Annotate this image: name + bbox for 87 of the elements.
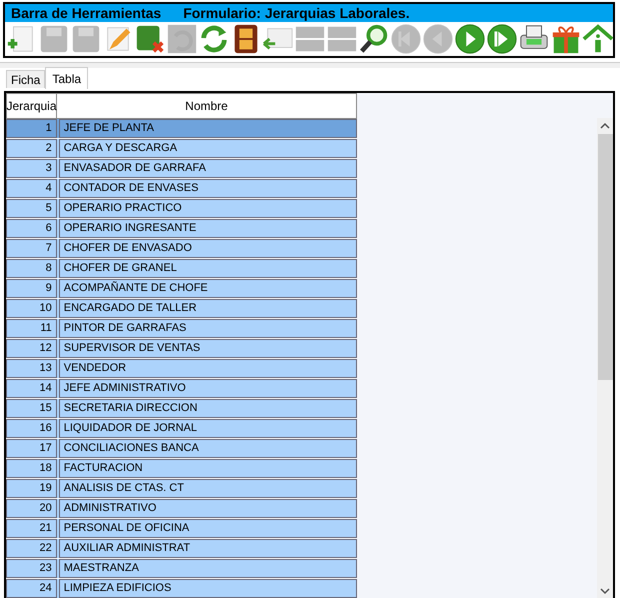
table-row[interactable]: 3 ENVASADOR DE GARRAFA: [6, 159, 357, 179]
tab[interactable]: Tabla: [45, 67, 88, 89]
table-row[interactable]: 17 CONCILIACIONES BANCA: [6, 439, 357, 459]
table-row[interactable]: 6 OPERARIO INGRESANTE: [6, 219, 357, 239]
table-cell: FACTURACION: [58, 459, 357, 478]
table-cell: SECRETARIA DIRECCION: [58, 399, 357, 418]
column-header[interactable]: Nombre: [57, 93, 357, 119]
table-row[interactable]: 19 ANALISIS DE CTAS. CT: [6, 479, 357, 499]
table-cell: 21: [6, 519, 57, 538]
table-row[interactable]: 7 CHOFER DE ENVASADO: [6, 239, 357, 259]
table-cell: CHOFER DE GRANEL: [58, 259, 357, 278]
table-cell: 22: [6, 539, 57, 558]
table-cell: 20: [6, 499, 57, 518]
table-row[interactable]: 24 LIMPIEZA EDIFICIOS: [6, 579, 357, 598]
table-cell: 14: [6, 379, 57, 398]
table-cell: CONCILIACIONES BANCA: [58, 439, 357, 458]
table-cell: 11: [6, 319, 57, 338]
table-cell: 23: [6, 559, 57, 578]
table-cell: 19: [6, 479, 57, 498]
table-cell: OPERARIO INGRESANTE: [58, 219, 357, 238]
toolbar-title: Barra de Herramientas: [11, 4, 162, 22]
table-cell: 17: [6, 439, 57, 458]
next-icon[interactable]: [486, 23, 518, 55]
table-cell: MAESTRANZA: [58, 559, 357, 578]
table-row[interactable]: 2 CARGA Y DESCARGA: [6, 139, 357, 159]
table-cell: SUPERVISOR DE VENTAS: [58, 339, 357, 358]
table-cell: JEFE ADMINISTRATIVO: [58, 379, 357, 398]
scrollbar[interactable]: [597, 118, 613, 598]
table-cell: LIMPIEZA EDIFICIOS: [58, 579, 357, 598]
table-row[interactable]: 12 SUPERVISOR DE VENTAS: [6, 339, 357, 359]
table-cell: PINTOR DE GARRAFAS: [58, 319, 357, 338]
table-cell: 18: [6, 459, 57, 478]
table-cell: 15: [6, 399, 57, 418]
table-row[interactable]: 18 FACTURACION: [6, 459, 357, 479]
table-row[interactable]: 21 PERSONAL DE OFICINA: [6, 519, 357, 539]
table-cell: AUXILIAR ADMINISTRAT: [58, 539, 357, 558]
table-cell: CARGA Y DESCARGA: [58, 139, 357, 158]
table-cell: 9: [6, 279, 57, 298]
table-cell: 24: [6, 579, 57, 598]
table-cell: PERSONAL DE OFICINA: [58, 519, 357, 538]
table-row[interactable]: 5 OPERARIO PRACTICO: [6, 199, 357, 219]
table-cell: ANALISIS DE CTAS. CT: [58, 479, 357, 498]
table-row[interactable]: 8 CHOFER DE GRANEL: [6, 259, 357, 279]
play-icon[interactable]: [454, 23, 486, 55]
table-row[interactable]: 4 CONTADOR DE ENVASES: [6, 179, 357, 199]
table-cell: ACOMPAÑANTE DE CHOFE: [58, 279, 357, 298]
scroll-up-icon[interactable]: [600, 122, 610, 130]
search-icon[interactable]: [358, 23, 390, 55]
form-title: Formulario: Jerarquias Laborales.: [183, 4, 410, 23]
table-cell: 12: [6, 339, 57, 358]
table-cell: 7: [6, 239, 57, 258]
table-cell: CONTADOR DE ENVASES: [58, 179, 357, 198]
scrollbar-thumb[interactable]: [598, 134, 612, 380]
scroll-down-icon[interactable]: [600, 587, 610, 595]
table-row[interactable]: 9 ACOMPAÑANTE DE CHOFE: [6, 279, 357, 299]
table-cell: 5: [6, 199, 57, 218]
table-cell: ADMINISTRATIVO: [58, 499, 357, 518]
table-row[interactable]: 20 ADMINISTRATIVO: [6, 499, 357, 519]
table-row[interactable]: 22 AUXILIAR ADMINISTRAT: [6, 539, 357, 559]
tab[interactable]: Ficha: [6, 70, 46, 88]
table-cell: 8: [6, 259, 57, 278]
table-cell: ENVASADOR DE GARRAFA: [58, 159, 357, 178]
table-row[interactable]: 11 PINTOR DE GARRAFAS: [6, 319, 357, 339]
table-cell: 13: [6, 359, 57, 378]
table-cell: CHOFER DE ENVASADO: [58, 239, 357, 258]
table-cell: OPERARIO PRACTICO: [58, 199, 357, 218]
table-row[interactable]: 13 VENDEDOR: [6, 359, 357, 379]
table-row[interactable]: 14 JEFE ADMINISTRATIVO: [6, 379, 357, 399]
table-cell: 6: [6, 219, 57, 238]
home-icon[interactable]: [582, 23, 614, 55]
table-cell: 16: [6, 419, 57, 438]
table-cell: 2: [6, 139, 57, 158]
table-row[interactable]: 15 SECRETARIA DIRECCION: [6, 399, 357, 419]
table-cell: VENDEDOR: [58, 359, 357, 378]
table-row[interactable]: 16 LIQUIDADOR DE JORNAL: [6, 419, 357, 439]
table-row[interactable]: 10 ENCARGADO DE TALLER: [6, 299, 357, 319]
table-cell: 1: [6, 119, 57, 138]
table-cell: ENCARGADO DE TALLER: [58, 299, 357, 318]
table-row[interactable]: 1 JEFE DE PLANTA: [6, 119, 357, 139]
table-cell: JEFE DE PLANTA: [58, 119, 357, 138]
table-cell: 4: [6, 179, 57, 198]
table-cell: 10: [6, 299, 57, 318]
column-header[interactable]: Jerarquia: [6, 93, 57, 119]
table-cell: LIQUIDADOR DE JORNAL: [58, 419, 357, 438]
floppy-cross-icon[interactable]: [134, 23, 166, 55]
table-cell: 3: [6, 159, 57, 178]
table-row[interactable]: 23 MAESTRANZA: [6, 559, 357, 579]
